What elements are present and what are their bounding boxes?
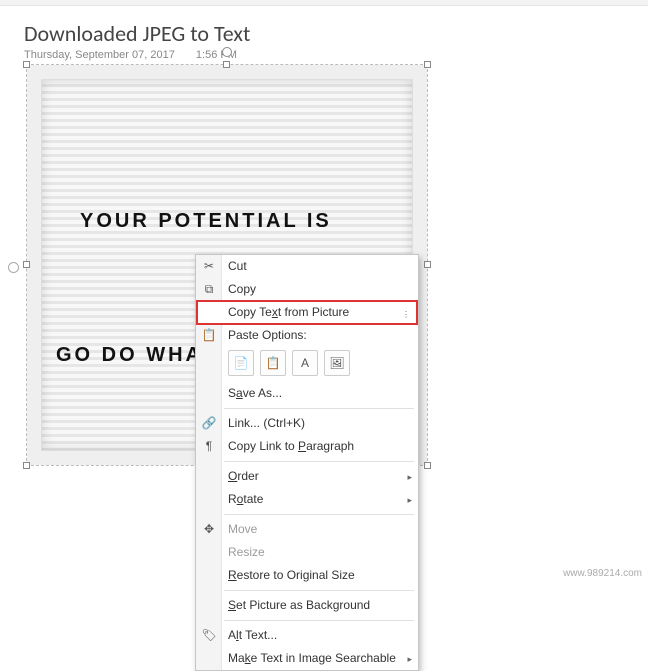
submenu-arrow-icon: ▸ — [407, 493, 412, 508]
resize-handle-bl[interactable] — [23, 462, 30, 469]
menu-restore-original-size-label: Restore to Original Size — [228, 568, 355, 582]
menu-set-background-label: Set Picture as Background — [228, 598, 370, 612]
rotate-handle[interactable] — [222, 47, 232, 57]
paste-keep-formatting-button[interactable]: 📄 — [228, 350, 254, 376]
menu-copy-text-from-picture-label: Copy Text from Picture — [228, 305, 349, 319]
menu-rotate[interactable]: Rotate ▸ — [196, 488, 418, 511]
page-date: Thursday, September 07, 2017 — [24, 49, 175, 61]
separator — [224, 590, 414, 591]
watermark: www.989214.com — [563, 568, 642, 579]
resize-handle-mr[interactable] — [424, 261, 431, 268]
separator — [224, 620, 414, 621]
menu-copy-link-paragraph[interactable]: ¶ Copy Link to Paragraph — [196, 435, 418, 458]
note-tag-handle[interactable] — [8, 262, 19, 273]
menu-resize: Resize — [196, 541, 418, 564]
menu-cut[interactable]: ✂ Cut — [196, 255, 418, 278]
paste-options-text: Paste Options: — [228, 328, 307, 342]
menu-move-label: Move — [228, 522, 257, 536]
menu-copy[interactable]: ⧉ Copy — [196, 278, 418, 301]
note-page: Downloaded JPEG to Text Thursday, Septem… — [0, 6, 648, 71]
menu-copy-text-from-picture[interactable]: Copy Text from Picture ⋮ — [196, 300, 418, 325]
scissors-icon: ✂ — [201, 258, 217, 274]
menu-link[interactable]: 🔗 Link... (Ctrl+K) — [196, 412, 418, 435]
submenu-arrow-icon: ▸ — [407, 470, 412, 485]
resize-handle-tr[interactable] — [424, 61, 431, 68]
menu-resize-label: Resize — [228, 545, 265, 559]
separator — [224, 461, 414, 462]
resize-handle-tm[interactable] — [223, 61, 230, 68]
paste-options-row: 📄 📋 A 🖼 — [196, 347, 418, 382]
menu-alt-text[interactable]: 🏷 Alt Text... — [196, 624, 418, 647]
paste-picture-button[interactable]: 🖼 — [324, 350, 350, 376]
menu-save-as-label: Save As... — [228, 386, 282, 400]
separator — [224, 514, 414, 515]
paragraph-link-icon: ¶ — [201, 438, 217, 454]
menu-make-searchable[interactable]: Make Text in Image Searchable ▸ — [196, 647, 418, 670]
paste-options-label: 📋 Paste Options: — [196, 324, 418, 347]
context-menu: ✂ Cut ⧉ Copy Copy Text from Picture ⋮ 📋 … — [195, 254, 419, 671]
separator — [224, 408, 414, 409]
submenu-arrow-icon: ▸ — [407, 652, 412, 667]
menu-order[interactable]: Order ▸ — [196, 465, 418, 488]
menu-make-searchable-label: Make Text in Image Searchable — [228, 651, 396, 665]
menu-move: ✥ Move — [196, 518, 418, 541]
menu-rotate-label: Rotate — [228, 492, 263, 506]
menu-copy-link-paragraph-label: Copy Link to Paragraph — [228, 439, 354, 453]
resize-handle-ml[interactable] — [23, 261, 30, 268]
menu-save-as[interactable]: Save As... — [196, 382, 418, 405]
copy-icon: ⧉ — [201, 281, 217, 297]
menu-alt-text-label: Alt Text... — [228, 628, 277, 642]
board-text-line-1: YOUR POTENTIAL IS — [80, 210, 332, 233]
alt-text-icon: 🏷 — [201, 627, 217, 643]
page-meta: Thursday, September 07, 2017 1:56 PM — [24, 49, 624, 61]
link-icon: 🔗 — [201, 415, 217, 431]
menu-link-label: Link... (Ctrl+K) — [228, 416, 305, 430]
resize-handle-tl[interactable] — [23, 61, 30, 68]
resize-handle-br[interactable] — [424, 462, 431, 469]
paste-text-only-button[interactable]: A — [292, 350, 318, 376]
paste-merge-button[interactable]: 📋 — [260, 350, 286, 376]
flyout-indicator-icon: ⋮ — [402, 307, 410, 322]
menu-cut-label: Cut — [228, 259, 247, 273]
menu-set-background[interactable]: Set Picture as Background — [196, 594, 418, 617]
menu-order-label: Order — [228, 469, 259, 483]
page-title[interactable]: Downloaded JPEG to Text — [24, 20, 624, 47]
menu-restore-original-size[interactable]: Restore to Original Size — [196, 564, 418, 587]
menu-copy-label: Copy — [228, 282, 256, 296]
clipboard-icon: 📋 — [201, 327, 217, 343]
move-icon: ✥ — [201, 521, 217, 537]
